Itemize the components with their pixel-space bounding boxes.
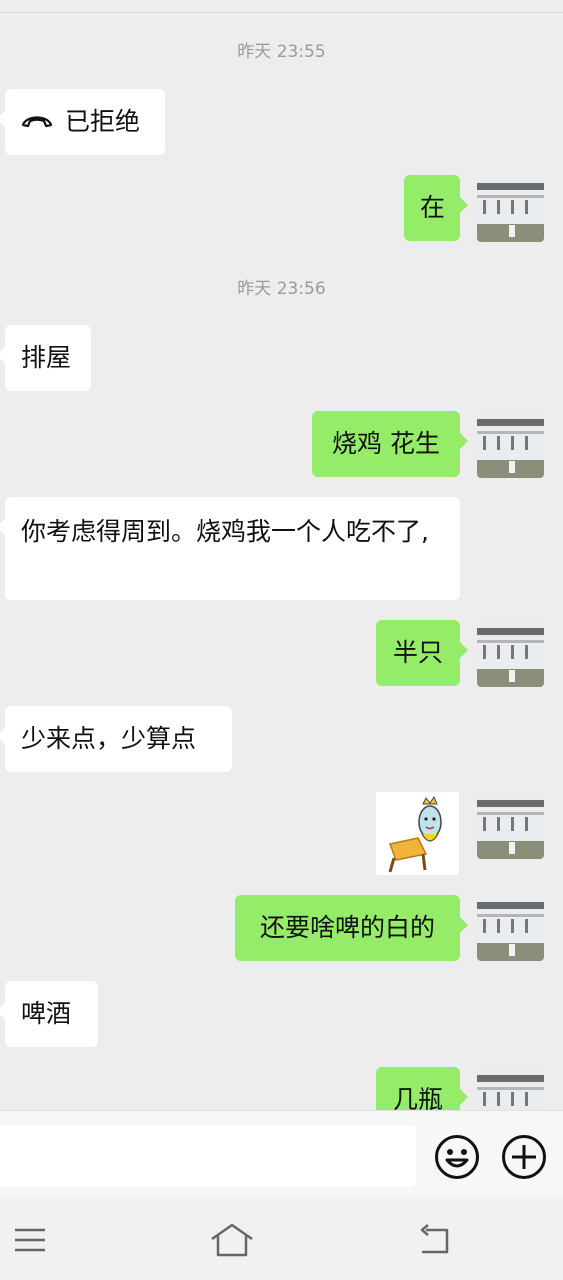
avatar-image [477, 894, 544, 961]
incoming-message[interactable]: 少来点，少算点 [0, 706, 232, 772]
cartoon-sticker-icon [376, 792, 459, 875]
message-input[interactable] [0, 1125, 416, 1187]
avatar[interactable] [477, 620, 544, 687]
home-icon [211, 1223, 253, 1257]
outgoing-message[interactable]: 半只 [376, 620, 468, 686]
incoming-message[interactable]: 排屋 [0, 325, 91, 391]
plus-icon [502, 1135, 546, 1179]
avatar-image [477, 411, 544, 478]
outgoing-message[interactable]: 烧鸡 花生 [312, 411, 468, 477]
outgoing-message[interactable]: 还要啥啤的白的 [235, 895, 468, 961]
outgoing-message[interactable]: 在 [404, 175, 468, 241]
nav-home-button[interactable] [209, 1222, 255, 1262]
nav-back-button[interactable] [417, 1223, 451, 1261]
chat-message-list[interactable]: 昨天 23:55 已拒绝 在 昨天 23:56 排屋 烧鸡 花生 你考虑得周到。… [0, 0, 563, 1110]
more-options-button[interactable] [501, 1134, 547, 1180]
avatar[interactable] [477, 411, 544, 478]
nav-menu-button[interactable] [13, 1227, 47, 1257]
timestamp: 昨天 23:55 [237, 42, 326, 62]
incoming-message[interactable]: 啤酒 [0, 981, 98, 1047]
avatar-image [477, 175, 544, 242]
declined-call-icon [21, 116, 53, 128]
system-navigation-bar [0, 1197, 563, 1280]
declined-call-message[interactable]: 已拒绝 [0, 89, 165, 155]
avatar-image [477, 620, 544, 687]
call-status-text: 已拒绝 [65, 107, 141, 136]
avatar[interactable] [477, 894, 544, 961]
avatar[interactable] [477, 1067, 544, 1110]
sticker-message[interactable] [376, 792, 459, 875]
emoji-button[interactable] [434, 1134, 480, 1180]
avatar-image [477, 1067, 544, 1110]
menu-icon [15, 1228, 45, 1252]
avatar[interactable] [477, 792, 544, 859]
avatar-image [477, 792, 544, 859]
back-icon [420, 1224, 449, 1254]
timestamp: 昨天 23:56 [237, 279, 326, 299]
avatar[interactable] [477, 175, 544, 242]
outgoing-message[interactable]: 几瓶 [376, 1067, 468, 1110]
emoji-icon [435, 1135, 479, 1179]
incoming-message[interactable]: 你考虑得周到。烧鸡我一个人吃不了, [0, 497, 460, 600]
